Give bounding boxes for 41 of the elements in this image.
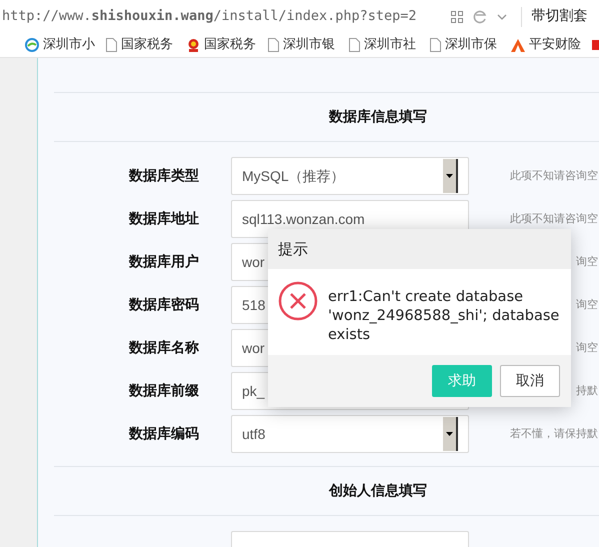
field-label: 数据库密码 bbox=[128, 296, 199, 314]
error-message: err1:Can't create database 'wonz_24968588_shi'; database exists bbox=[328, 288, 560, 345]
bookmark-item[interactable]: 深圳市社 bbox=[349, 35, 430, 55]
page-icon bbox=[430, 38, 441, 52]
bookmark-item[interactable]: 平安财险 bbox=[511, 35, 592, 55]
field-label: 数据库类型 bbox=[128, 166, 199, 186]
swirl-logo-icon bbox=[25, 38, 39, 52]
emblem-icon bbox=[187, 38, 200, 52]
field-label: 数据库用户 bbox=[128, 252, 199, 272]
field-hint: 此项不知请咨询空 bbox=[510, 210, 598, 227]
field-hint: 此项不知请咨询空 bbox=[510, 168, 598, 184]
field-label: 数据库名称 bbox=[128, 338, 199, 358]
qr-code-icon[interactable] bbox=[450, 10, 463, 22]
page-icon bbox=[268, 38, 279, 52]
error-icon bbox=[278, 281, 318, 321]
field-hint: 询空 bbox=[576, 296, 598, 313]
tab-title[interactable]: 带切割套 bbox=[532, 6, 588, 27]
section-title: 数据库信息填写 bbox=[329, 108, 427, 126]
triangle-logo-icon bbox=[511, 38, 525, 52]
dialog-title: 提示 bbox=[278, 238, 308, 260]
field-hint: 持默 bbox=[576, 382, 598, 399]
bookmark-item[interactable]: 深圳市小 bbox=[25, 35, 106, 55]
section-title: 创始人信息填写 bbox=[329, 482, 427, 500]
field-label: 数据库前缀 bbox=[128, 382, 199, 400]
chevron-down-icon[interactable] bbox=[496, 14, 507, 20]
select-field[interactable]: utf8 bbox=[231, 415, 469, 453]
address-field[interactable]: http://www.shishouxin.wang/install/index.php?step=2 bbox=[0, 6, 417, 27]
bookmark-item[interactable]: 深圳市银 bbox=[268, 35, 349, 55]
cancel-button[interactable]: 取消 bbox=[500, 365, 560, 397]
page-icon bbox=[106, 38, 117, 52]
field-label: 数据库地址 bbox=[128, 210, 199, 228]
field-hint: 询空 bbox=[576, 254, 598, 270]
field-hint: 若不懂，请保持默 bbox=[510, 426, 598, 442]
bookmark-item[interactable]: 国家税务 bbox=[106, 35, 187, 55]
bookmark-item[interactable]: 国家税务 bbox=[187, 35, 268, 55]
bookmark-item[interactable]: 深圳市保 bbox=[430, 35, 511, 55]
field-hint: 询空 bbox=[576, 340, 598, 356]
browser-mode-icon[interactable] bbox=[472, 10, 487, 24]
select-field[interactable]: MySQL（推荐） bbox=[231, 157, 469, 195]
field-label: 数据库编码 bbox=[128, 424, 199, 444]
page-icon bbox=[349, 38, 360, 52]
